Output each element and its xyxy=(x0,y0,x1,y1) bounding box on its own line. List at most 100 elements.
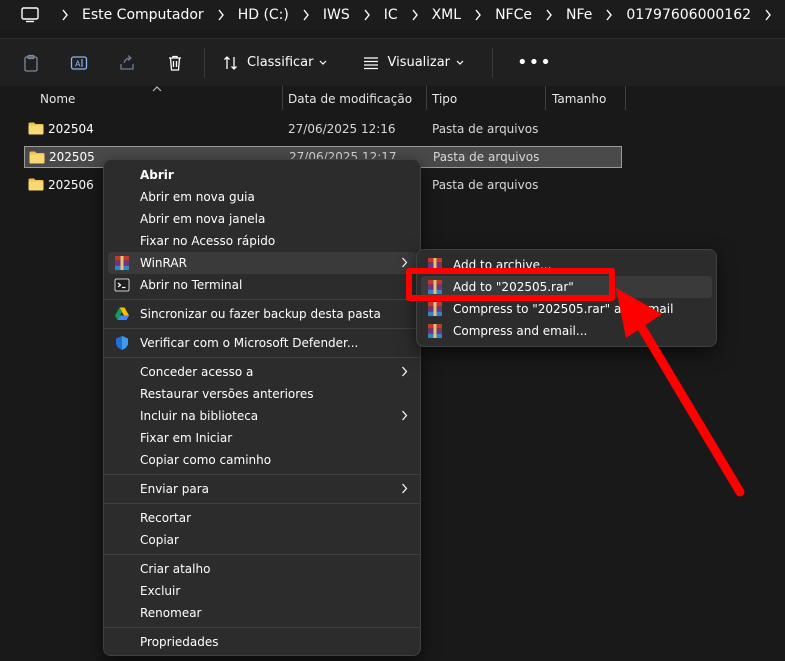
file-name: 202505 xyxy=(49,150,95,164)
menu-item-label: Sincronizar ou fazer backup desta pasta xyxy=(140,307,381,321)
menu-item-grant-access[interactable]: Conceder acesso a xyxy=(108,361,416,383)
file-type: Pasta de arquivos xyxy=(432,178,539,192)
view-label: Visualizar xyxy=(387,55,451,70)
chevron-right-icon xyxy=(54,8,76,22)
menu-item-defender-scan[interactable]: Verificar com o Microsoft Defender... xyxy=(108,332,416,354)
menu-item-label: Restaurar versões anteriores xyxy=(140,387,314,401)
menu-item-delete[interactable]: Excluir xyxy=(108,580,416,602)
sort-button[interactable]: Classificar xyxy=(215,46,343,80)
sort-label: Classificar xyxy=(247,55,314,70)
menu-item-label: Fixar no Acesso rápido xyxy=(140,234,276,248)
menu-item-pin-quick-access[interactable]: Fixar no Acesso rápido xyxy=(108,230,416,252)
menu-divider xyxy=(104,357,420,358)
winrar-icon xyxy=(428,302,442,317)
column-header-type[interactable]: Tipo xyxy=(432,86,457,112)
menu-item-open-new-window[interactable]: Abrir em nova janela xyxy=(108,208,416,230)
view-button[interactable]: Visualizar xyxy=(355,46,480,80)
folder-icon xyxy=(28,178,44,191)
menu-item-copy[interactable]: Copiar xyxy=(108,529,416,551)
chevron-down-icon xyxy=(456,60,464,65)
chevron-right-icon xyxy=(467,8,489,22)
menu-item-sync-backup[interactable]: Sincronizar ou fazer backup desta pasta xyxy=(108,303,416,325)
breadcrumb-folder-id[interactable]: 01797606000162 xyxy=(626,7,751,23)
menu-item-open-terminal[interactable]: Abrir no Terminal xyxy=(108,274,416,296)
column-divider[interactable] xyxy=(625,86,626,110)
breadcrumb-iws[interactable]: IWS xyxy=(323,7,350,23)
menu-item-open-new-tab[interactable]: Abrir em nova guia xyxy=(108,186,416,208)
menu-item-copy-path[interactable]: Copiar como caminho xyxy=(108,449,416,471)
menu-item-label: Fixar em Iniciar xyxy=(140,431,233,445)
annotation-highlight-box xyxy=(406,268,615,301)
menu-item-rename[interactable]: Renomear xyxy=(108,602,416,624)
breadcrumb-nfce[interactable]: NFCe xyxy=(495,7,532,23)
toolbar-divider xyxy=(204,47,205,78)
menu-item-include-library[interactable]: Incluir na biblioteca xyxy=(108,405,416,427)
winrar-icon xyxy=(428,324,442,339)
chevron-right-icon xyxy=(404,8,426,22)
google-drive-icon xyxy=(115,307,129,320)
file-type: Pasta de arquivos xyxy=(432,122,539,136)
breadcrumb-ic[interactable]: IC xyxy=(384,7,398,23)
menu-divider xyxy=(104,503,420,504)
folder-icon xyxy=(29,151,45,164)
file-type: Pasta de arquivos xyxy=(433,150,540,164)
chevron-right-icon xyxy=(356,8,378,22)
column-divider[interactable] xyxy=(545,86,546,110)
file-row[interactable]: 202504 27/06/2025 12:16 Pasta de arquivo… xyxy=(24,118,622,140)
winrar-icon xyxy=(115,256,129,271)
menu-item-label: Propriedades xyxy=(140,635,219,649)
menu-item-open[interactable]: Abrir xyxy=(108,164,416,186)
file-date: 27/06/2025 12:16 xyxy=(288,122,396,136)
breadcrumb-hd-c[interactable]: HD (C:) xyxy=(238,7,289,23)
menu-item-label: Renomear xyxy=(140,606,202,620)
rename-icon[interactable]: A xyxy=(62,46,96,80)
svg-text:A: A xyxy=(75,59,81,68)
column-header-date[interactable]: Data de modificação xyxy=(288,86,412,112)
address-bar[interactable]: Este Computador HD (C:) IWS IC XML NFCe … xyxy=(0,0,785,30)
paste-icon[interactable] xyxy=(14,46,48,80)
menu-item-label: Verificar com o Microsoft Defender... xyxy=(140,336,359,350)
menu-item-winrar[interactable]: WinRAR xyxy=(108,252,416,274)
chevron-right-icon xyxy=(210,8,232,22)
view-list-icon xyxy=(364,56,379,69)
breadcrumb-nfe[interactable]: NFe xyxy=(566,7,592,23)
annotation-arrow-icon xyxy=(616,288,745,497)
chevron-right-icon xyxy=(402,257,408,268)
menu-item-label: Recortar xyxy=(140,511,192,525)
chevron-right-icon xyxy=(402,483,408,494)
menu-item-label: Incluir na biblioteca xyxy=(140,409,259,423)
column-divider[interactable] xyxy=(426,86,427,110)
column-header-name[interactable]: Nome xyxy=(40,86,75,112)
chevron-down-icon xyxy=(320,60,327,65)
chevron-right-icon xyxy=(402,410,408,421)
menu-item-label: WinRAR xyxy=(140,256,187,270)
chevron-right-icon xyxy=(538,8,560,22)
submenu-item-label: Compress and email... xyxy=(453,324,588,338)
menu-item-create-shortcut[interactable]: Criar atalho xyxy=(108,558,416,580)
toolbar-divider xyxy=(492,47,494,78)
menu-item-label: Abrir no Terminal xyxy=(140,278,243,292)
menu-item-label: Copiar xyxy=(140,533,179,547)
menu-item-cut[interactable]: Recortar xyxy=(108,507,416,529)
menu-item-restore-versions[interactable]: Restaurar versões anteriores xyxy=(108,383,416,405)
breadcrumb-este-computador[interactable]: Este Computador xyxy=(82,7,204,23)
menu-item-label: Conceder acesso a xyxy=(140,365,254,379)
breadcrumb-xml[interactable]: XML xyxy=(432,7,461,23)
menu-item-pin-start[interactable]: Fixar em Iniciar xyxy=(108,427,416,449)
computer-icon[interactable] xyxy=(20,7,40,23)
sort-ascending-icon xyxy=(152,86,162,92)
menu-item-send-to[interactable]: Enviar para xyxy=(108,478,416,500)
menu-divider xyxy=(104,554,420,555)
menu-item-label: Enviar para xyxy=(140,482,209,496)
menu-item-label: Criar atalho xyxy=(140,562,211,576)
menu-divider xyxy=(104,299,420,300)
command-bar: A Classificar Visualizar ••• xyxy=(0,38,785,86)
share-icon[interactable] xyxy=(110,46,144,80)
chevron-right-icon xyxy=(757,8,779,22)
delete-icon[interactable] xyxy=(158,46,192,80)
column-divider[interactable] xyxy=(282,86,283,110)
more-options-button[interactable]: ••• xyxy=(517,52,552,73)
chevron-right-icon xyxy=(598,8,620,22)
column-header-size[interactable]: Tamanho xyxy=(552,86,606,112)
menu-item-properties[interactable]: Propriedades xyxy=(108,631,416,653)
